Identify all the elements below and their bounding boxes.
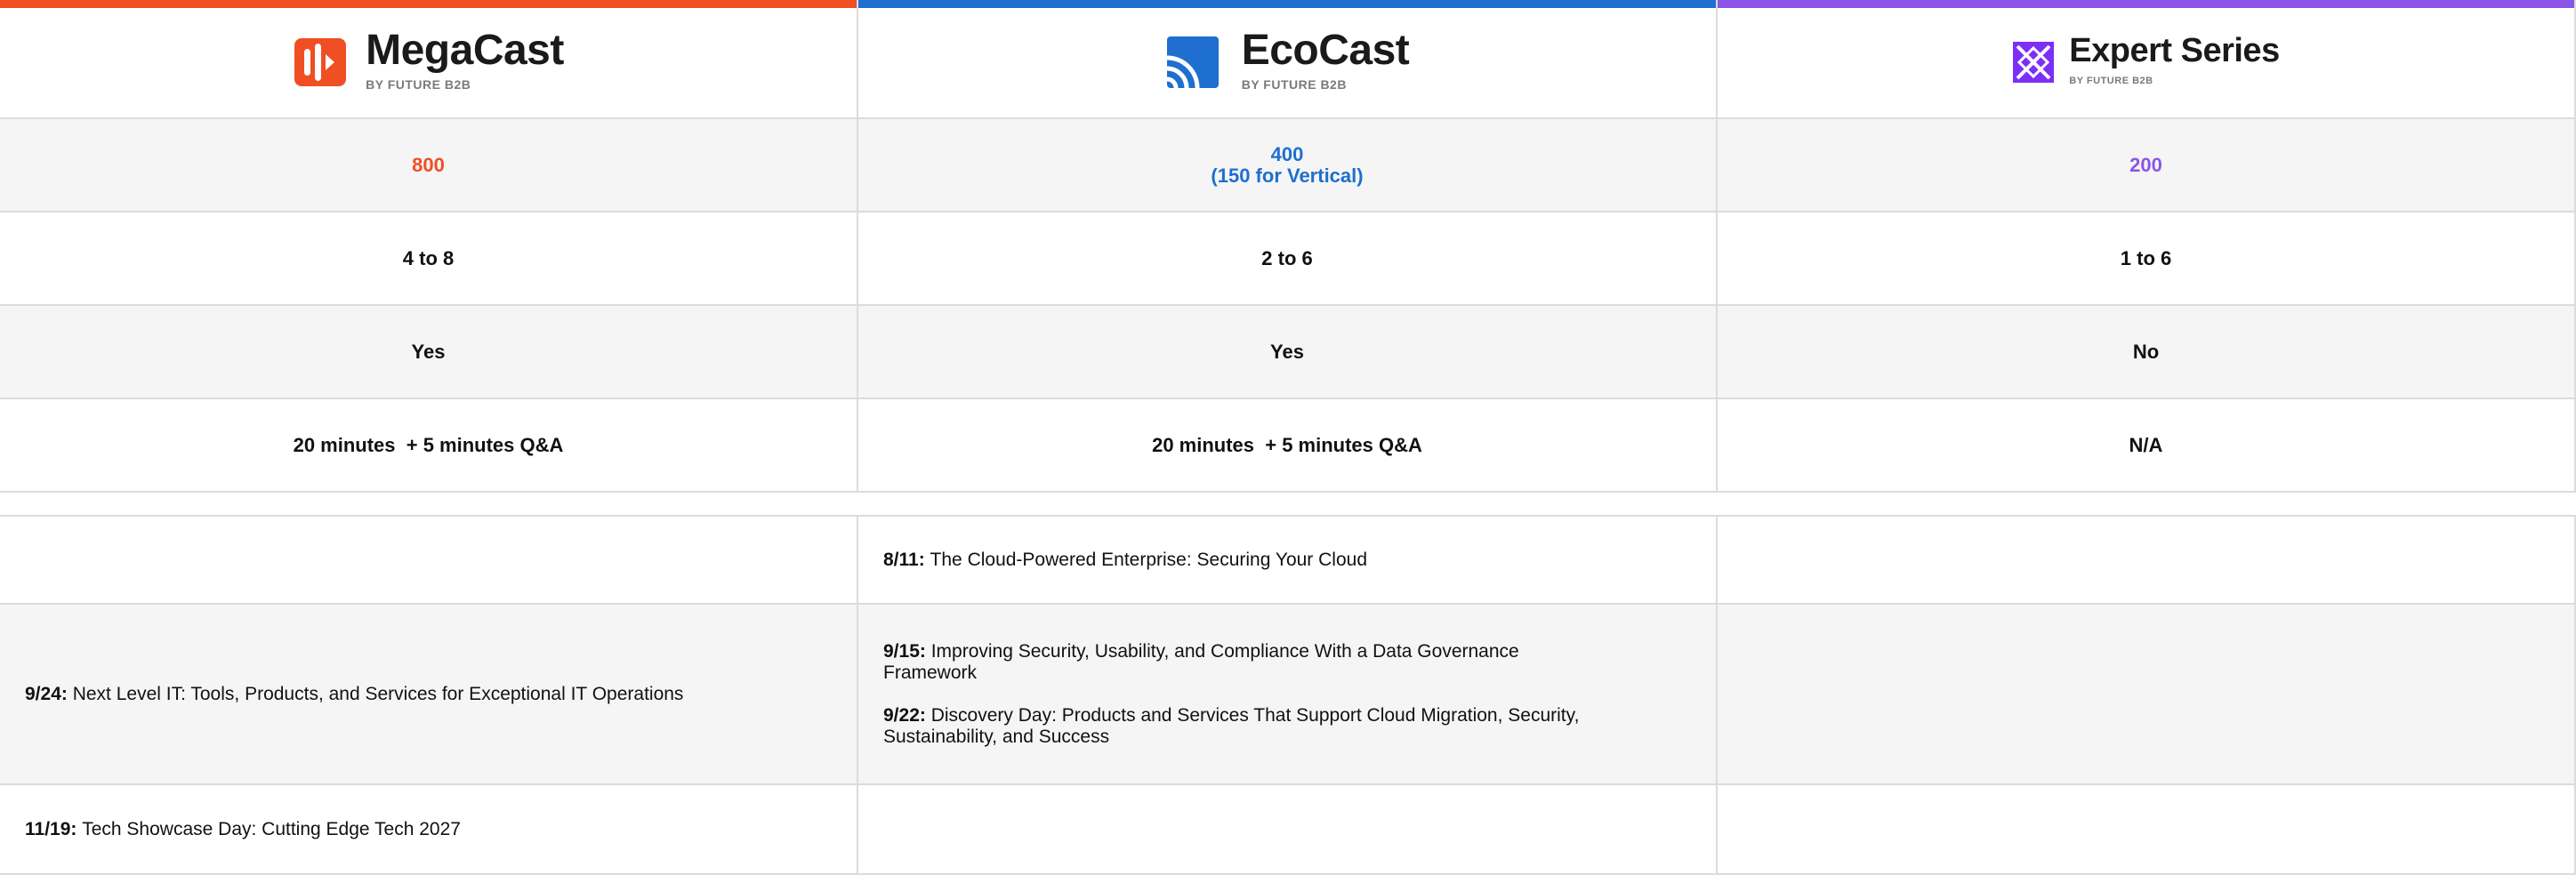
schedule-cell: 9/15: Improving Security, Usability, and… bbox=[858, 605, 1718, 785]
ecocast-logo-icon bbox=[1166, 36, 1219, 89]
table-cell: 2 to 6 bbox=[858, 213, 1718, 306]
table-cell: Yes bbox=[0, 306, 858, 399]
expert-series-brand-sub: BY FUTURE B2B bbox=[2069, 76, 2153, 86]
table-cell: 20 minutes + 5 minutes Q&A bbox=[858, 399, 1718, 493]
schedule-cell: 8/11: The Cloud-Powered Enterprise: Secu… bbox=[858, 515, 1718, 605]
session-item: 8/11: The Cloud-Powered Enterprise: Secu… bbox=[883, 550, 1367, 571]
session-item: 9/15: Improving Security, Usability, and… bbox=[883, 641, 1613, 684]
session-date: 9/22: bbox=[883, 704, 931, 726]
session-item: 9/22: Discovery Day: Products and Servic… bbox=[883, 705, 1613, 748]
session-item: 9/24: Next Level IT: Tools, Products, an… bbox=[25, 684, 683, 705]
table-cell: 4 to 8 bbox=[0, 213, 858, 306]
table-cell: 800 bbox=[0, 119, 858, 213]
expert-series-logo-icon bbox=[2013, 42, 2055, 83]
session-date: 11/19: bbox=[25, 818, 83, 839]
session-title: The Cloud-Powered Enterprise: Securing Y… bbox=[930, 549, 1367, 570]
schedule-cell-empty bbox=[1718, 515, 2576, 605]
table-cell: Yes bbox=[858, 306, 1718, 399]
schedule-table: 8/11: The Cloud-Powered Enterprise: Secu… bbox=[0, 515, 2576, 875]
schedule-cell-empty bbox=[1718, 605, 2576, 785]
schedule-cell-empty bbox=[0, 515, 858, 605]
session-date: 9/24: bbox=[25, 683, 73, 704]
comparison-table: MegaCast BY FUTURE B2B EcoCast BY FUTURE… bbox=[0, 0, 2576, 493]
table-cell: No bbox=[1718, 306, 2576, 399]
schedule-cell: 11/19: Tech Showcase Day: Cutting Edge T… bbox=[0, 785, 858, 875]
session-date: 9/15: bbox=[883, 640, 931, 662]
schedule-cell-empty bbox=[858, 785, 1718, 875]
session-item: 11/19: Tech Showcase Day: Cutting Edge T… bbox=[25, 819, 461, 840]
session-date: 8/11: bbox=[883, 549, 930, 570]
megacast-accent-bar bbox=[0, 0, 857, 8]
session-title: Tech Showcase Day: Cutting Edge Tech 202… bbox=[82, 818, 461, 839]
ecocast-accent-bar bbox=[858, 0, 1716, 8]
schedule-cell: 9/24: Next Level IT: Tools, Products, an… bbox=[0, 605, 858, 785]
table-cell: N/A bbox=[1718, 399, 2576, 493]
table-cell: 200 bbox=[1718, 119, 2576, 213]
expert-series-brand-name: Expert Series bbox=[2069, 32, 2280, 69]
megacast-brand-sub: BY FUTURE B2B bbox=[366, 77, 471, 92]
megacast-header: MegaCast BY FUTURE B2B bbox=[0, 0, 858, 119]
megacast-logo-icon bbox=[294, 38, 347, 86]
table-cell: 20 minutes + 5 minutes Q&A bbox=[0, 399, 858, 493]
session-title: Discovery Day: Products and Services Tha… bbox=[883, 704, 1580, 747]
ecocast-brand-name: EcoCast bbox=[1241, 27, 1410, 74]
ecocast-header: EcoCast BY FUTURE B2B bbox=[858, 0, 1718, 119]
session-title: Next Level IT: Tools, Products, and Serv… bbox=[72, 683, 684, 704]
expert-series-accent-bar bbox=[1718, 0, 2574, 8]
expert-series-header: Expert Series BY FUTURE B2B bbox=[1718, 0, 2576, 119]
session-title: Improving Security, Usability, and Compl… bbox=[883, 640, 1519, 683]
megacast-brand-name: MegaCast bbox=[366, 27, 564, 74]
table-cell: 400 (150 for Vertical) bbox=[858, 119, 1718, 213]
table-cell: 1 to 6 bbox=[1718, 213, 2576, 306]
schedule-cell-empty bbox=[1718, 785, 2576, 875]
ecocast-brand-sub: BY FUTURE B2B bbox=[1241, 77, 1347, 92]
